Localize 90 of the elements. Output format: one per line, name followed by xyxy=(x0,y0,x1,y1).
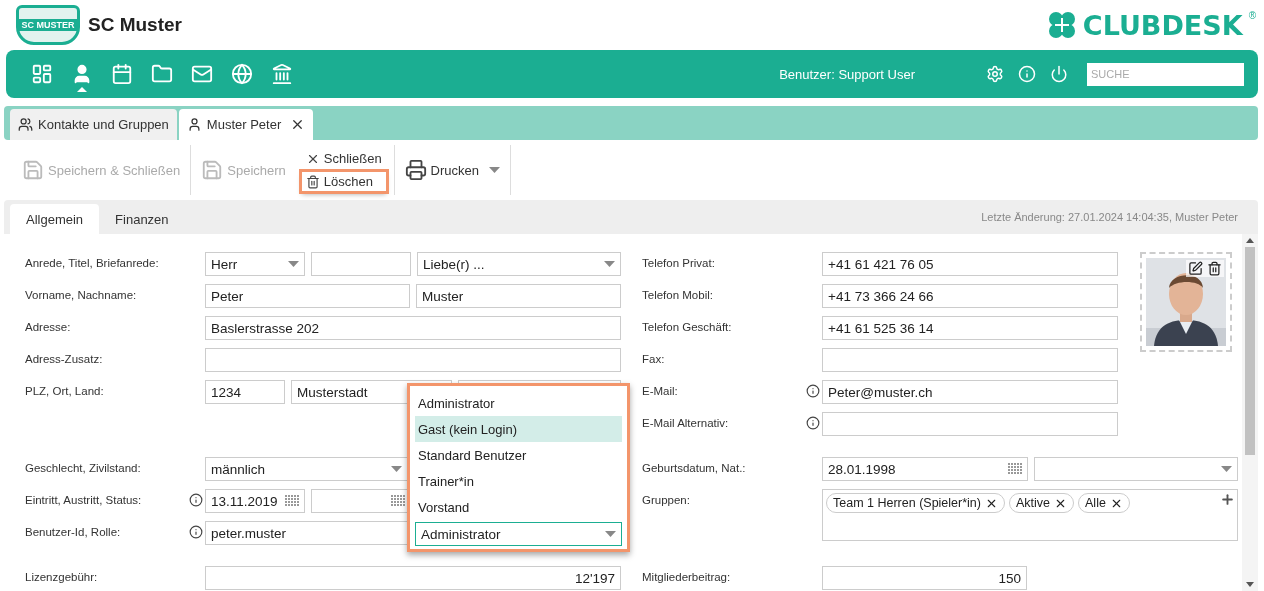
field-label: Mitgliederbeitrag: xyxy=(642,570,732,583)
text-field[interactable] xyxy=(822,348,1118,372)
field-label: Vorname, Nachname: xyxy=(25,288,138,301)
bank-icon[interactable] xyxy=(271,63,293,85)
scrollbar[interactable] xyxy=(1242,234,1258,591)
field-label: Benutzer-Id, Rolle: xyxy=(25,525,122,538)
calendar-icon[interactable] xyxy=(111,63,133,85)
caret-icon xyxy=(489,167,501,173)
globe-icon[interactable] xyxy=(231,63,253,85)
field-label: Geschlecht, Zivilstand: xyxy=(25,461,142,474)
scroll-down-icon[interactable] xyxy=(1246,582,1254,587)
field-label: Geburtsdatum, Nat.: xyxy=(642,461,747,474)
dashboard-icon[interactable] xyxy=(31,63,53,85)
caret-icon xyxy=(391,466,402,472)
field-label: Lizenzgebühr: xyxy=(25,570,99,583)
club-logo: SC MUSTER xyxy=(16,5,80,45)
scroll-up-icon[interactable] xyxy=(1246,238,1254,243)
printer-icon xyxy=(404,159,427,181)
date-field[interactable]: 13.11.2019 xyxy=(205,489,305,513)
trash-icon[interactable] xyxy=(1207,261,1222,276)
calendar-icon xyxy=(391,495,405,507)
current-user: Benutzer: Support User xyxy=(779,66,915,82)
brand-logo: CLUBDESK ® xyxy=(1046,9,1256,41)
field-label: Telefon Geschäft: xyxy=(642,320,733,333)
field-label: Eintritt, Austritt, Status: xyxy=(25,493,143,506)
select-field[interactable]: männlich xyxy=(205,457,408,481)
person-icon xyxy=(186,117,202,132)
field-label: Telefon Mobil: xyxy=(642,288,714,301)
info-icon[interactable] xyxy=(806,416,820,430)
tab[interactable]: Finanzen xyxy=(99,204,185,234)
field-label: Anrede, Titel, Briefanrede: xyxy=(25,256,160,269)
number-field[interactable]: 150 xyxy=(822,566,1027,590)
selection-marker xyxy=(77,87,87,92)
toolbar-button[interactable]: Löschen xyxy=(301,172,386,191)
tab-label: Muster Peter xyxy=(206,117,282,132)
info-icon[interactable] xyxy=(806,384,820,398)
text-field[interactable] xyxy=(822,412,1118,436)
caret-icon xyxy=(605,531,616,537)
info-icon[interactable] xyxy=(189,493,203,507)
dropdown-option[interactable]: Gast (kein Login) xyxy=(415,416,622,442)
mail-icon[interactable] xyxy=(191,63,213,85)
groups-field[interactable]: Team 1 Herren (Spieler*in) Aktive Alle xyxy=(822,489,1238,541)
field-label: PLZ, Ort, Land: xyxy=(25,384,105,397)
text-field[interactable]: +41 61 421 76 05 xyxy=(822,252,1118,276)
text-field[interactable]: Baslerstrasse 202 xyxy=(205,316,621,340)
text-field[interactable] xyxy=(205,348,621,372)
info-icon[interactable] xyxy=(189,525,203,539)
settings-icon[interactable] xyxy=(986,65,1004,83)
text-field[interactable]: Peter@muster.ch xyxy=(822,380,1118,404)
people-icon xyxy=(18,117,33,132)
group-name: Alle xyxy=(1085,496,1106,510)
tab[interactable]: Allgemein xyxy=(10,204,100,234)
calendar-icon xyxy=(285,495,299,507)
caret-icon xyxy=(1221,466,1232,472)
caret-icon xyxy=(604,261,615,267)
edit-icon[interactable] xyxy=(1188,261,1203,276)
field-label: Telefon Privat: xyxy=(642,256,716,269)
field-label: Fax: xyxy=(642,352,666,365)
text-field[interactable]: +41 61 525 36 14 xyxy=(822,316,1118,340)
calendar-icon xyxy=(1008,463,1022,475)
field-label: Gruppen: xyxy=(642,493,691,506)
text-field[interactable]: +41 73 366 24 66 xyxy=(822,284,1118,308)
power-icon[interactable] xyxy=(1050,65,1068,83)
date-field[interactable]: 28.01.1998 xyxy=(822,457,1028,481)
text-field[interactable]: peter.muster xyxy=(205,521,410,545)
select-field[interactable] xyxy=(1034,457,1238,481)
tab-label: Kontakte und Gruppen xyxy=(38,117,169,132)
add-button[interactable] xyxy=(1220,492,1235,507)
number-field[interactable]: 12'197 xyxy=(205,566,621,590)
field-label: Adress-Zusatz: xyxy=(25,352,104,365)
club-name: SC Muster xyxy=(88,14,182,36)
select-field[interactable]: Liebe(r) ... xyxy=(417,252,621,276)
caret-icon xyxy=(288,261,299,267)
field-label: E-Mail Alternativ: xyxy=(642,416,730,429)
field-label: E-Mail: xyxy=(642,384,679,397)
trash-icon xyxy=(305,174,320,189)
field-label: Adresse: xyxy=(25,320,72,333)
text-field[interactable]: 1234 xyxy=(205,380,285,404)
tab[interactable]: Muster Peter xyxy=(178,109,314,140)
group-name: Team 1 Herren (Spieler*in) xyxy=(833,496,981,510)
select-field[interactable]: Herr xyxy=(205,252,305,276)
text-field[interactable]: Muster xyxy=(416,284,621,308)
text-field[interactable]: Peter xyxy=(205,284,410,308)
select-field[interactable]: Administrator xyxy=(415,522,622,546)
search-field[interactable]: SUCHE xyxy=(1087,62,1244,86)
tab[interactable]: Kontakte und Gruppen xyxy=(10,109,177,140)
folder-icon[interactable] xyxy=(151,63,173,85)
last-change: Letzte Änderung: 27.01.2024 14:04:35, Muster Peter xyxy=(981,211,1238,223)
group-name: Aktive xyxy=(1016,496,1051,510)
text-field[interactable] xyxy=(311,252,411,276)
